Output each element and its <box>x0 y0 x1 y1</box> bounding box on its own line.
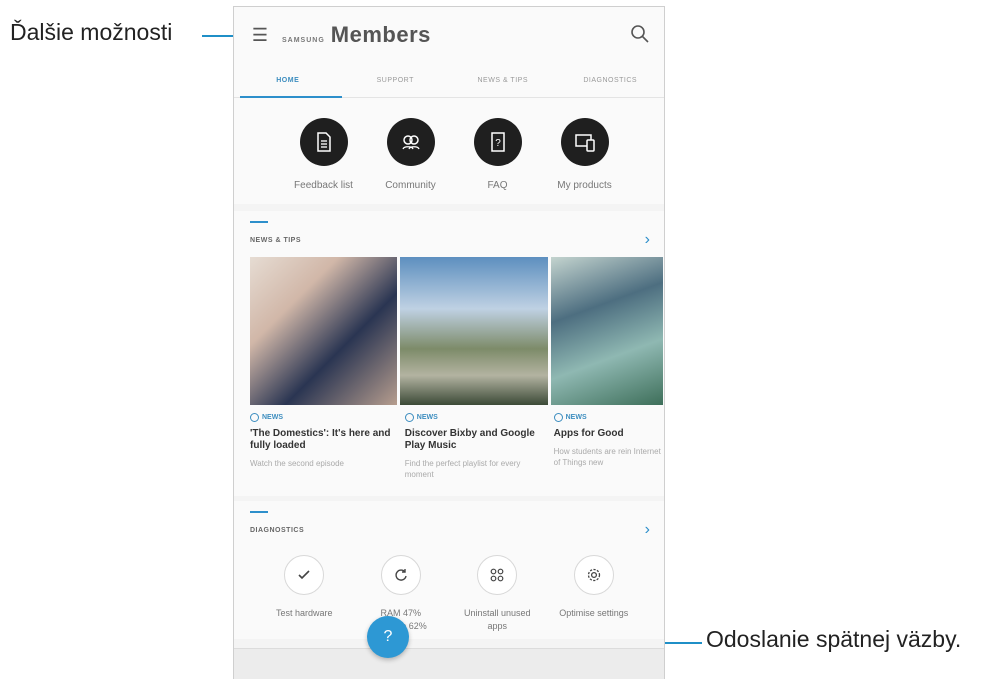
callout-more-options: Ďalšie možnosti <box>10 19 173 45</box>
section-accent-bar <box>250 511 268 513</box>
document-icon <box>299 118 348 166</box>
callout-send-feedback: Odoslanie spätnej väzby. <box>706 626 962 652</box>
news-tag-label: NEWS <box>416 414 438 421</box>
tab-home[interactable]: HOME <box>234 63 342 98</box>
globe-icon <box>404 413 414 422</box>
help-icon: ? <box>383 628 393 645</box>
news-section-title: NEWS & TIPS <box>250 237 302 244</box>
news-tag: NEWS <box>404 413 551 422</box>
svg-text:?: ? <box>495 138 501 149</box>
tab-diagnostics[interactable]: DIAGNOSTICS <box>557 63 665 97</box>
news-tips-card: NEWS & TIPS › NEWS 'The Domestics': It's… <box>234 211 664 496</box>
news-article-title: Apps for Good <box>553 428 624 439</box>
diagnostics-items: Test hardware RAM 47% Storage 62% Uninst… <box>234 555 664 633</box>
brand-samsung: SAMSUNG <box>282 37 325 44</box>
apps-grid-icon <box>477 555 518 595</box>
chevron-right-icon[interactable]: › <box>645 231 650 249</box>
news-article[interactable]: NEWS Apps for Good How students are rein… <box>553 413 664 480</box>
diag-test-hardware[interactable]: Test hardware <box>256 555 353 633</box>
quick-label: My products <box>557 180 612 191</box>
section-accent-bar <box>250 221 268 223</box>
news-article-title: 'The Domestics': It's here and fully loa… <box>250 428 391 451</box>
news-article[interactable]: NEWS 'The Domestics': It's here and full… <box>250 413 402 480</box>
devices-icon <box>560 118 609 166</box>
quick-label: Feedback list <box>294 180 353 191</box>
news-tag: NEWS <box>250 413 402 422</box>
search-icon[interactable] <box>628 22 652 46</box>
help-fab-button[interactable]: ? <box>367 616 409 658</box>
bottom-area <box>234 648 664 679</box>
globe-icon <box>250 413 259 422</box>
diagnostics-card: DIAGNOSTICS › Test hardware RAM 47% Stor… <box>234 501 664 639</box>
quick-label: FAQ <box>487 180 508 191</box>
news-article-desc: Watch the second episode <box>250 459 344 468</box>
news-image[interactable] <box>551 257 663 405</box>
quick-my-products[interactable]: My products <box>541 98 628 204</box>
question-book-icon: ? <box>473 118 522 166</box>
diag-label: Optimise settings <box>559 608 629 618</box>
news-tag: NEWS <box>553 413 664 422</box>
news-tag-label: NEWS <box>262 414 283 421</box>
app-logo: SAMSUNG Members <box>282 22 431 48</box>
quick-actions: Feedback list Community ? FAQ My product… <box>234 98 664 204</box>
news-tag-label: NEWS <box>565 414 587 421</box>
news-image[interactable] <box>400 257 548 405</box>
quick-feedback-list[interactable]: Feedback list <box>280 98 367 204</box>
news-article-title: Discover Bixby and Google Play Music <box>404 428 535 451</box>
quick-faq[interactable]: ? FAQ <box>454 98 541 204</box>
tab-news-tips[interactable]: NEWS & TIPS <box>449 63 557 97</box>
quick-community[interactable]: Community <box>367 98 454 204</box>
news-thumbnails <box>250 257 664 405</box>
phone-screen: ☰ SAMSUNG Members HOME SUPPORT NEWS & TI… <box>233 6 665 679</box>
tab-support[interactable]: SUPPORT <box>342 63 450 97</box>
diag-label: Test hardware <box>275 608 333 618</box>
quick-label: Community <box>385 180 436 191</box>
tab-bar: HOME SUPPORT NEWS & TIPS DIAGNOSTICS <box>234 63 664 98</box>
news-image[interactable] <box>250 257 397 405</box>
news-article[interactable]: NEWS Discover Bixby and Google Play Musi… <box>404 413 551 480</box>
check-icon <box>284 555 325 595</box>
app-bar: ☰ SAMSUNG Members <box>234 7 664 63</box>
diag-label: Uninstall unused apps <box>463 608 531 631</box>
news-article-desc: Find the perfect playlist for every mome… <box>404 459 521 479</box>
chevron-right-icon[interactable]: › <box>645 521 650 539</box>
globe-icon <box>553 413 563 422</box>
brand-members: Members <box>330 22 431 47</box>
people-icon <box>386 118 435 166</box>
diag-uninstall-apps[interactable]: Uninstall unused apps <box>449 555 546 633</box>
diagnostics-section-title: DIAGNOSTICS <box>250 527 305 534</box>
gear-icon <box>573 555 614 595</box>
refresh-icon <box>380 555 421 595</box>
hamburger-menu-icon[interactable]: ☰ <box>240 7 280 63</box>
news-article-desc: How students are rein Internet of Things… <box>553 447 661 467</box>
news-articles: NEWS 'The Domestics': It's here and full… <box>250 413 664 480</box>
diag-optimise-settings[interactable]: Optimise settings <box>546 555 643 633</box>
